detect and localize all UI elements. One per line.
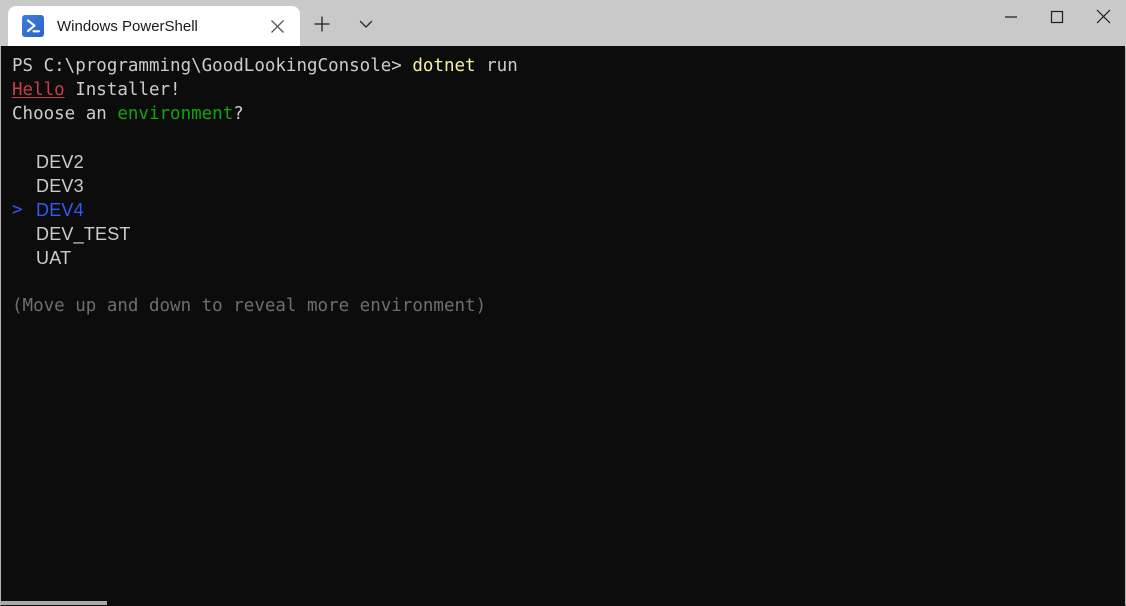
minimize-button[interactable] [988, 0, 1034, 38]
menu-item-label: DEV_TEST [36, 224, 131, 244]
question-prefix: Choose an [12, 104, 118, 124]
close-icon [1095, 8, 1112, 30]
minimize-icon [1003, 9, 1019, 30]
titlebar: Windows PowerShell [0, 0, 1126, 46]
menu-item-dev2[interactable]: DEV2 [12, 150, 1125, 174]
menu-item-label: UAT [36, 248, 72, 268]
new-tab-button[interactable] [300, 6, 344, 46]
environment-menu: DEV2 DEV3 > DEV4 DEV_TEST UAT [12, 150, 1125, 270]
greeting-line: Hello Installer! [12, 78, 1125, 102]
question-line: Choose an environment? [12, 102, 1125, 126]
prompt-command: dotnet [412, 56, 476, 76]
tab-strip: Windows PowerShell [0, 0, 388, 46]
prompt-path: PS C:\programming\GoodLookingConsole> [12, 56, 413, 76]
powershell-icon [22, 15, 44, 37]
prompt-line: PS C:\programming\GoodLookingConsole> do… [12, 54, 1125, 78]
titlebar-drag-region[interactable] [388, 6, 988, 46]
chevron-down-icon [357, 15, 375, 38]
menu-item-uat[interactable]: UAT [12, 246, 1125, 270]
question-suffix: ? [233, 104, 244, 124]
prompt-command-args: run [475, 56, 518, 76]
selection-marker-icon: > [12, 200, 23, 220]
horizontal-scrollbar[interactable] [1, 601, 107, 605]
tab-windows-powershell[interactable]: Windows PowerShell [8, 6, 300, 46]
menu-item-dev-test[interactable]: DEV_TEST [12, 222, 1125, 246]
plus-icon [313, 15, 331, 38]
question-highlight: environment [117, 104, 234, 124]
window-controls [988, 0, 1126, 46]
menu-item-label: DEV4 [36, 200, 84, 220]
menu-item-label: DEV3 [36, 176, 84, 196]
close-button[interactable] [1080, 0, 1126, 38]
hint-text: (Move up and down to reveal more environ… [12, 296, 487, 316]
powershell-window: Windows PowerShell PS C:\programming\Goo… [0, 0, 1126, 606]
menu-item-label: DEV2 [36, 152, 84, 172]
hint-line: (Move up and down to reveal more environ… [12, 294, 1125, 318]
greeting-rest: Installer! [64, 80, 181, 100]
tab-close-icon[interactable] [262, 11, 292, 41]
terminal-area[interactable]: PS C:\programming\GoodLookingConsole> do… [0, 46, 1126, 606]
menu-item-dev3[interactable]: DEV3 [12, 174, 1125, 198]
greeting-word: Hello [12, 80, 65, 100]
tab-title: Windows PowerShell [57, 17, 198, 35]
menu-item-dev4[interactable]: > DEV4 [12, 198, 1125, 222]
tab-dropdown-button[interactable] [344, 6, 388, 46]
terminal-screen: PS C:\programming\GoodLookingConsole> do… [1, 46, 1125, 605]
maximize-icon [1049, 9, 1065, 30]
maximize-button[interactable] [1034, 0, 1080, 38]
